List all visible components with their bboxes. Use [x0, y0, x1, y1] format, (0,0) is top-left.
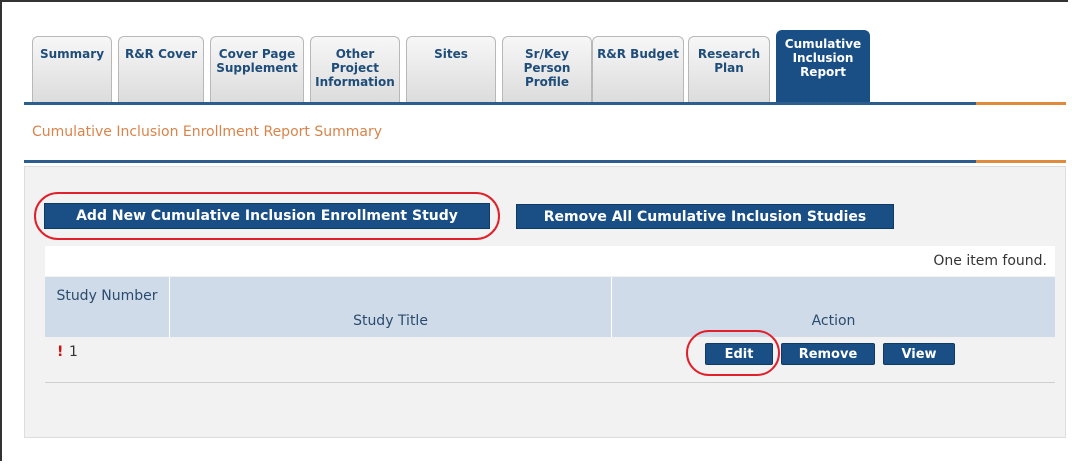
tab-sites[interactable]: Sites — [406, 36, 496, 102]
column-action: Action — [811, 313, 856, 329]
view-button[interactable]: View — [883, 343, 955, 365]
warning-icon: ! — [57, 344, 64, 360]
tab-label: Sr/Key Person Profile — [523, 47, 571, 89]
section-underline — [24, 160, 976, 163]
study-number: 1 — [69, 344, 78, 360]
tab-label: Cumulative Inclusion Report — [784, 37, 862, 79]
tab-label: R&R Budget — [597, 47, 679, 61]
results-bar: One item found. — [45, 246, 1055, 276]
section-title: Cumulative Inclusion Enrollment Report S… — [32, 124, 382, 140]
tab-label: R&R Cover — [124, 47, 198, 61]
tab-label: Other Project Information — [315, 47, 395, 89]
remove-all-button[interactable]: Remove All Cumulative Inclusion Studies — [516, 204, 894, 229]
add-study-button[interactable]: Add New Cumulative Inclusion Enrollment … — [44, 203, 490, 229]
tab-cumulative-inclusion-report[interactable]: Cumulative Inclusion Report — [776, 30, 870, 102]
column-study-number[interactable]: Study Number — [45, 277, 170, 337]
tab-label: Sites — [434, 47, 468, 61]
tab-rr-cover[interactable]: R&R Cover — [118, 36, 204, 102]
tab-underline-accent — [976, 102, 1066, 105]
tab-research-plan[interactable]: Research Plan — [688, 36, 770, 102]
column-study-title[interactable]: Study Title — [170, 277, 612, 337]
tab-label: Summary — [39, 47, 105, 61]
tab-sr-key-person-profile[interactable]: Sr/Key Person Profile — [502, 36, 592, 102]
tab-label: Cover Page Supplement — [216, 47, 298, 75]
table-header: Study Number Study Title Action — [45, 277, 1055, 337]
results-count: One item found. — [933, 253, 1047, 269]
tab-rr-budget[interactable]: R&R Budget — [592, 36, 684, 102]
remove-button[interactable]: Remove — [781, 343, 875, 365]
tab-underline — [24, 102, 976, 105]
edit-button[interactable]: Edit — [705, 343, 773, 365]
tab-label: Research Plan — [697, 47, 761, 75]
tab-summary[interactable]: Summary — [32, 36, 112, 102]
table-row: ! 1 Edit Remove View — [45, 337, 1055, 383]
section-underline-accent — [976, 160, 1066, 163]
tab-cover-page-supplement[interactable]: Cover Page Supplement — [210, 36, 304, 102]
tab-other-project-information[interactable]: Other Project Information — [310, 36, 400, 102]
